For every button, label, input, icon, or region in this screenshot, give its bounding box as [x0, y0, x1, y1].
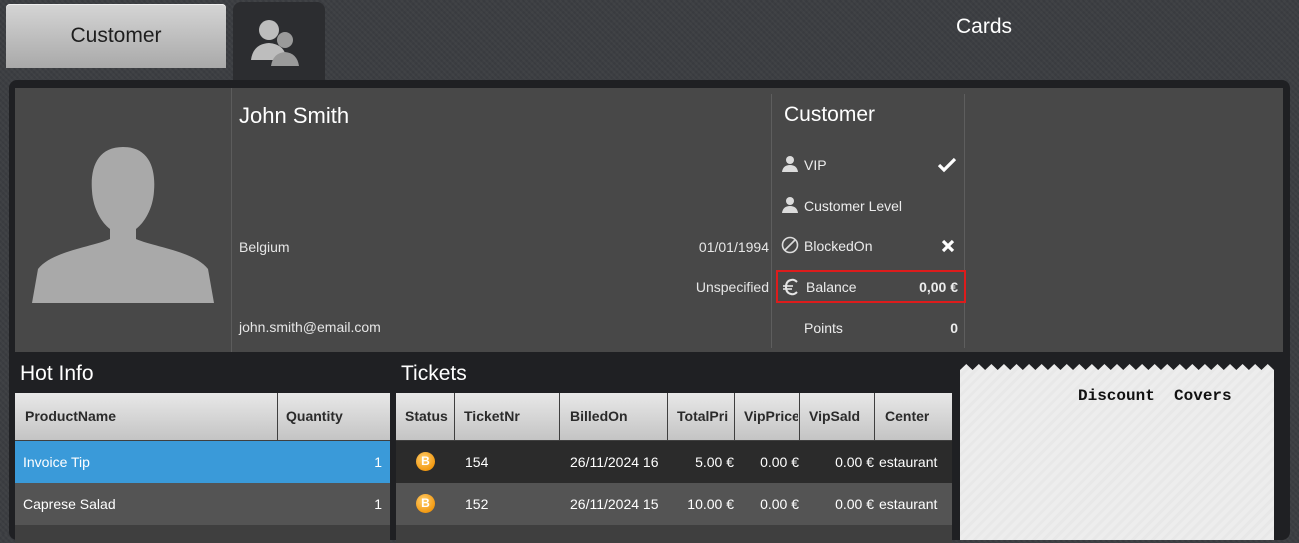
receipt-text: Discount Covers	[1078, 387, 1232, 405]
column-header-label: VipSald	[809, 408, 861, 424]
cross-icon	[941, 239, 955, 253]
photo-panel	[15, 88, 232, 352]
total-price: 10.00 €	[687, 496, 734, 512]
customer-level-label: Customer Level	[804, 198, 903, 214]
column-header-label: Center	[885, 408, 930, 424]
cards-title: Cards	[956, 15, 1013, 38]
blocked-label: BlockedOn	[804, 238, 873, 254]
table-row[interactable]: Invoice Tip 1	[15, 441, 390, 483]
points-value: 0	[950, 320, 958, 336]
column-header-quantity[interactable]: Quantity	[278, 393, 390, 440]
customer-status-title: Customer	[784, 103, 876, 126]
user-icon	[782, 197, 798, 213]
tab-customer-profile[interactable]	[233, 2, 325, 84]
product-quantity: 1	[374, 496, 382, 512]
points-label: Points	[804, 320, 843, 336]
balance-label: Balance	[806, 279, 857, 295]
vip-sald: 0.00 €	[835, 496, 874, 512]
receipt-panel: Discount Covers	[960, 364, 1274, 540]
column-header-ticketnr[interactable]: TicketNr	[455, 393, 559, 440]
center: estaurant	[879, 454, 938, 470]
column-header-product[interactable]: ProductName	[15, 393, 277, 440]
hot-info-title: Hot Info	[20, 362, 94, 385]
column-header-label: ProductName	[25, 408, 117, 424]
customer-profile-panel: John Smith Belgium 01/01/1994 Unspecifie…	[15, 88, 1283, 352]
table-row[interactable]: B 154 26/11/2024 16 5.00 € 0.00 € 0.00 €…	[396, 441, 952, 483]
column-header-vipsald[interactable]: VipSald	[800, 393, 874, 440]
column-header-totalprice[interactable]: TotalPri	[668, 393, 734, 440]
customer-info: John Smith Belgium 01/01/1994 Unspecifie…	[232, 88, 770, 352]
product-name: Caprese Salad	[23, 496, 116, 512]
customer-level-row: Customer Level	[778, 191, 962, 221]
user-group-icon	[251, 20, 299, 66]
balance-row[interactable]: Balance 0,00 €	[776, 270, 966, 303]
tickets-title: Tickets	[401, 362, 467, 385]
column-header-label: Quantity	[286, 408, 343, 424]
table-row[interactable]: Caprese Salad 1	[15, 483, 390, 525]
user-icon	[782, 156, 798, 172]
hot-info-table: ProductName Quantity Invoice Tip 1 Capre…	[15, 393, 390, 543]
status-badge: B	[416, 494, 435, 513]
status-badge: B	[416, 452, 435, 471]
total-price: 5.00 €	[695, 454, 734, 470]
column-header-center[interactable]: Center	[875, 393, 952, 440]
column-header-status[interactable]: Status	[396, 393, 454, 440]
column-header-billedon[interactable]: BilledOn	[560, 393, 667, 440]
points-row: Points 0	[778, 313, 962, 343]
customer-country: Belgium	[239, 239, 290, 255]
vip-price: 0.00 €	[760, 454, 799, 470]
vip-price: 0.00 €	[760, 496, 799, 512]
column-header-label: TotalPri	[677, 408, 729, 424]
vip-sald: 0.00 €	[835, 454, 874, 470]
column-header-label: VipPrice	[744, 408, 798, 424]
customer-status-panel: Customer VIP Customer Level BlockedOn Ba…	[772, 88, 966, 352]
ticket-number: 152	[465, 496, 489, 512]
tab-customer[interactable]: Customer	[6, 4, 226, 68]
person-silhouette-icon	[32, 147, 214, 303]
product-quantity: 1	[374, 454, 382, 470]
euro-icon	[783, 278, 798, 296]
customer-email: john.smith@email.com	[239, 319, 381, 335]
checkmark-icon	[938, 157, 956, 173]
column-header-label: BilledOn	[570, 408, 628, 424]
customer-gender: Unspecified	[695, 279, 769, 295]
table-row[interactable]: B 152 26/11/2024 15 10.00 € 0.00 € 0.00 …	[396, 483, 952, 525]
vip-row: VIP	[778, 150, 962, 180]
customer-birth-date: 01/01/1994	[698, 239, 769, 255]
column-header-label: TicketNr	[464, 408, 520, 424]
ticket-number: 154	[465, 454, 489, 470]
column-header-label: Status	[405, 408, 448, 424]
vip-label: VIP	[804, 157, 827, 173]
product-name: Invoice Tip	[23, 454, 90, 470]
billed-on: 26/11/2024 15	[570, 496, 659, 512]
column-header-vipprice[interactable]: VipPrice	[735, 393, 799, 440]
divider	[964, 94, 965, 348]
balance-value: 0,00 €	[919, 279, 958, 295]
center: estaurant	[879, 496, 938, 512]
blocked-row: BlockedOn	[778, 231, 962, 261]
tickets-table: Status TicketNr BilledOn TotalPri VipPri…	[396, 393, 952, 543]
customer-name: John Smith	[239, 103, 350, 128]
billed-on: 26/11/2024 16	[570, 454, 659, 470]
blocked-icon	[781, 236, 799, 254]
